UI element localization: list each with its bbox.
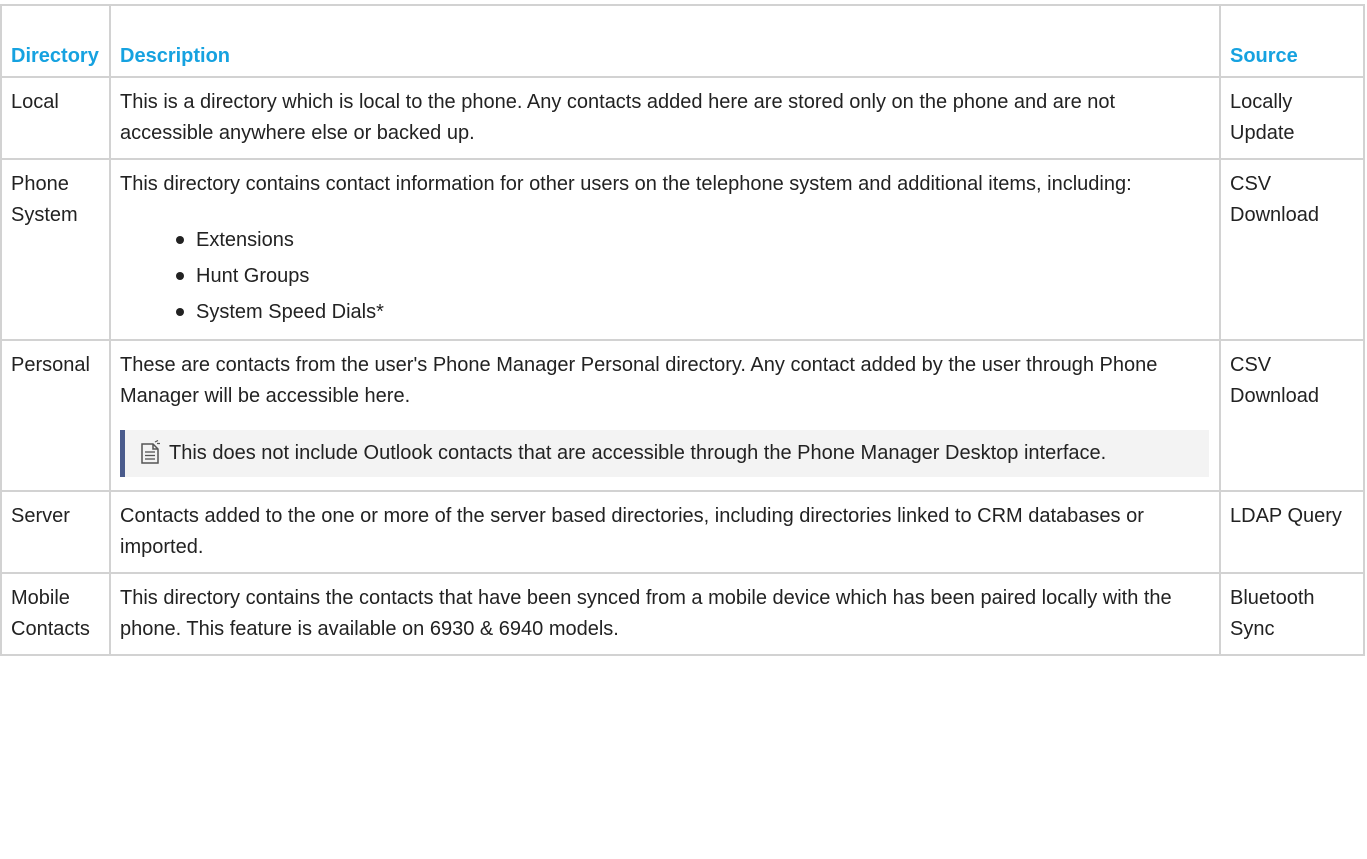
description-text: These are contacts from the user's Phone…: [120, 354, 1158, 407]
description-cell: This directory contains the contacts tha…: [109, 572, 1221, 656]
header-directory: Directory: [0, 4, 111, 78]
directory-cell: Mobile Contacts: [0, 572, 111, 656]
list-item-label: Extensions: [196, 229, 294, 251]
bullet-icon: [176, 236, 184, 244]
list-item: System Speed Dials*: [176, 294, 1209, 330]
description-cell: This is a directory which is local to th…: [109, 76, 1221, 160]
note-icon: [141, 440, 160, 464]
note-text: This does not include Outlook contacts t…: [169, 442, 1107, 464]
table-row: Server Contacts added to the one or more…: [0, 490, 1365, 574]
source-cell: LDAP Query: [1219, 490, 1365, 574]
table-row: Local This is a directory which is local…: [0, 76, 1365, 160]
source-cell: Bluetooth Sync: [1219, 572, 1365, 656]
source-cell: CSV Download: [1219, 339, 1365, 492]
description-cell: This directory contains contact informat…: [109, 158, 1221, 341]
header-row: Directory Description Source: [0, 4, 1365, 78]
header-source: Source: [1219, 4, 1365, 78]
directory-table: Directory Description Source Local This …: [0, 4, 1365, 656]
description-cell: Contacts added to the one or more of the…: [109, 490, 1221, 574]
directory-cell: Server: [0, 490, 111, 574]
table-row: Phone System This directory contains con…: [0, 158, 1365, 341]
list-item: Hunt Groups: [176, 258, 1209, 294]
note-callout: This does not include Outlook contacts t…: [120, 430, 1209, 477]
item-list: Extensions Hunt Groups System Speed Dial…: [120, 222, 1209, 330]
list-item-label: System Speed Dials*: [196, 301, 384, 323]
source-cell: Locally Update: [1219, 76, 1365, 160]
table-row: Personal These are contacts from the use…: [0, 339, 1365, 492]
directory-cell: Personal: [0, 339, 111, 492]
header-description: Description: [109, 4, 1221, 78]
table-row: Mobile Contacts This directory contains …: [0, 572, 1365, 656]
description-cell: These are contacts from the user's Phone…: [109, 339, 1221, 492]
directory-cell: Phone System: [0, 158, 111, 341]
bullet-icon: [176, 272, 184, 280]
source-cell: CSV Download: [1219, 158, 1365, 341]
bullet-icon: [176, 308, 184, 316]
directory-cell: Local: [0, 76, 111, 160]
description-text: This directory contains contact informat…: [120, 173, 1132, 195]
list-item: Extensions: [176, 222, 1209, 258]
list-item-label: Hunt Groups: [196, 265, 310, 287]
